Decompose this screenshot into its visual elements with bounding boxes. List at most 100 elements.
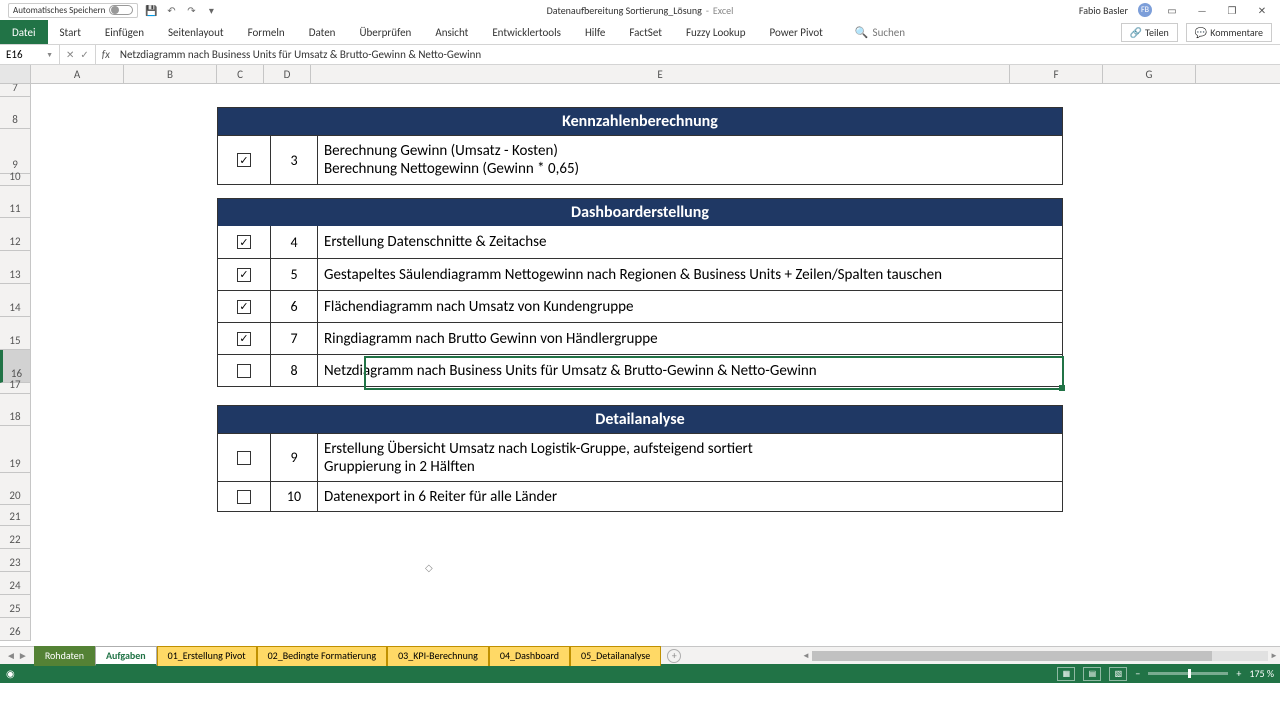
search-box[interactable]: 🔍 Suchen	[855, 26, 905, 39]
step-text: Berechnung Gewinn (Umsatz - Kosten) Bere…	[318, 136, 1062, 184]
tab-einfügen[interactable]: Einfügen	[93, 20, 156, 44]
tab-power pivot[interactable]: Power Pivot	[757, 20, 834, 44]
add-sheet-button[interactable]: +	[667, 649, 681, 663]
row-header-9[interactable]: 9	[0, 129, 31, 174]
sheet-nav-prev[interactable]: ◄	[6, 649, 16, 662]
row-header-17[interactable]: 17	[0, 383, 31, 394]
spreadsheet-grid[interactable]: 7891011121314151617181920212223242526 Ke…	[0, 84, 1280, 646]
row-header-26[interactable]: 26	[0, 618, 31, 641]
sheet-tab-04-dashboard[interactable]: 04_Dashboard	[489, 646, 570, 666]
comments-button[interactable]: 💬Kommentare	[1186, 23, 1272, 42]
sheet-tab-bar: ◄ ► RohdatenAufgaben01_Erstellung Pivot0…	[0, 646, 1280, 664]
checkbox[interactable]	[237, 364, 251, 378]
row-header-13[interactable]: 13	[0, 251, 31, 284]
record-macro-icon[interactable]: ◉	[6, 667, 15, 680]
row-header-15[interactable]: 15	[0, 317, 31, 350]
tab-daten[interactable]: Daten	[297, 20, 348, 44]
step-text: Erstellung Übersicht Umsatz nach Logisti…	[318, 434, 1062, 481]
tab-überprüfen[interactable]: Überprüfen	[347, 20, 423, 44]
select-all-corner[interactable]	[0, 65, 31, 83]
sheet-tab-03-kpi-berechnung[interactable]: 03_KPI-Berechnung	[387, 646, 489, 666]
checkbox[interactable]: ✓	[237, 300, 251, 314]
sheet-tab-05-detailanalyse[interactable]: 05_Detailanalyse	[570, 646, 661, 666]
zoom-out-icon[interactable]: −	[1135, 667, 1140, 680]
view-pagebreak-icon[interactable]: ▧	[1109, 667, 1127, 681]
checkbox[interactable]: ✓	[237, 153, 251, 167]
checkbox[interactable]: ✓	[237, 235, 251, 249]
tab-factset[interactable]: FactSet	[617, 20, 674, 44]
col-header-G[interactable]: G	[1103, 65, 1196, 83]
avatar[interactable]: FB	[1138, 3, 1152, 17]
tab-formeln[interactable]: Formeln	[236, 20, 297, 44]
name-box[interactable]: E16 ▼	[0, 45, 60, 64]
sheet-tab-02-bedingte-formatierung[interactable]: 02_Bedingte Formatierung	[257, 646, 388, 666]
horizontal-scrollbar[interactable]: ◄►	[800, 650, 1280, 662]
table-header: Detailanalyse	[218, 406, 1062, 433]
zoom-level[interactable]: 175 %	[1249, 667, 1274, 680]
cancel-formula-icon[interactable]: ✕	[66, 48, 74, 61]
table-header: Dashboarderstellung	[218, 199, 1062, 226]
formula-value[interactable]: Netzdiagramm nach Business Units für Ums…	[116, 48, 485, 61]
row-header-12[interactable]: 12	[0, 218, 31, 251]
minimize-icon[interactable]: —	[1192, 4, 1212, 17]
share-button[interactable]: 🔗Teilen	[1121, 23, 1178, 42]
row-header-21[interactable]: 21	[0, 505, 31, 526]
tab-ansicht[interactable]: Ansicht	[423, 20, 480, 44]
row-header-11[interactable]: 11	[0, 186, 31, 218]
step-text: Gestapeltes Säulendiagramm Nettogewinn n…	[318, 259, 1062, 290]
close-icon[interactable]: ✕	[1252, 4, 1272, 17]
tab-start[interactable]: Start	[48, 20, 93, 44]
save-icon[interactable]: 💾	[144, 3, 158, 17]
checkbox[interactable]	[237, 490, 251, 504]
col-header-E[interactable]: E	[311, 65, 1010, 83]
step-text: Netzdiagramm nach Business Units für Ums…	[318, 355, 1062, 386]
user-name: Fabio Basler	[1079, 4, 1128, 17]
view-layout-icon[interactable]: ▤	[1083, 667, 1101, 681]
sheet-tab-01-erstellung-pivot[interactable]: 01_Erstellung Pivot	[157, 646, 257, 666]
tab-entwicklertools[interactable]: Entwicklertools	[480, 20, 573, 44]
col-header-A[interactable]: A	[31, 65, 124, 83]
tab-seitenlayout[interactable]: Seitenlayout	[156, 20, 236, 44]
row-header-19[interactable]: 19	[0, 426, 31, 473]
search-placeholder: Suchen	[873, 26, 906, 39]
toggle-off-icon	[109, 5, 133, 15]
col-header-F[interactable]: F	[1010, 65, 1103, 83]
row-header-10[interactable]: 10	[0, 174, 31, 186]
view-normal-icon[interactable]: ▦	[1057, 667, 1075, 681]
undo-icon[interactable]: ↶	[164, 3, 178, 17]
step-number: 8	[271, 355, 318, 386]
col-header-D[interactable]: D	[264, 65, 311, 83]
row-header-22[interactable]: 22	[0, 526, 31, 549]
row-header-20[interactable]: 20	[0, 473, 31, 505]
row-header-8[interactable]: 8	[0, 97, 31, 129]
tab-fuzzy lookup[interactable]: Fuzzy Lookup	[674, 20, 758, 44]
row-header-23[interactable]: 23	[0, 549, 31, 572]
checkbox[interactable]: ✓	[237, 332, 251, 346]
zoom-slider[interactable]	[1148, 672, 1228, 675]
row-header-25[interactable]: 25	[0, 595, 31, 618]
sheet-tab-aufgaben[interactable]: Aufgaben	[95, 646, 157, 666]
ribbon-display-icon[interactable]: ▭	[1162, 4, 1182, 17]
row-header-14[interactable]: 14	[0, 284, 31, 317]
fx-icon[interactable]: fx	[96, 48, 116, 61]
tab-file[interactable]: Datei	[0, 20, 48, 44]
step-number: 9	[271, 434, 318, 481]
zoom-in-icon[interactable]: +	[1236, 667, 1241, 680]
autosave-toggle[interactable]: Automatisches Speichern	[8, 3, 138, 18]
column-headers: ABCDEFG	[0, 65, 1280, 84]
row-header-24[interactable]: 24	[0, 572, 31, 595]
qat-customize-icon[interactable]: ▾	[204, 3, 218, 17]
tab-hilfe[interactable]: Hilfe	[573, 20, 617, 44]
row-header-18[interactable]: 18	[0, 394, 31, 426]
maximize-icon[interactable]: ❐	[1222, 4, 1242, 17]
step-number: 10	[271, 482, 318, 511]
redo-icon[interactable]: ↷	[184, 3, 198, 17]
sheet-nav-next[interactable]: ►	[18, 649, 28, 662]
col-header-C[interactable]: C	[217, 65, 264, 83]
checkbox[interactable]: ✓	[237, 268, 251, 282]
col-header-B[interactable]: B	[124, 65, 217, 83]
row-header-7[interactable]: 7	[0, 84, 31, 97]
sheet-tab-rohdaten[interactable]: Rohdaten	[34, 646, 95, 666]
checkbox[interactable]	[237, 451, 251, 465]
accept-formula-icon[interactable]: ✓	[80, 48, 88, 61]
